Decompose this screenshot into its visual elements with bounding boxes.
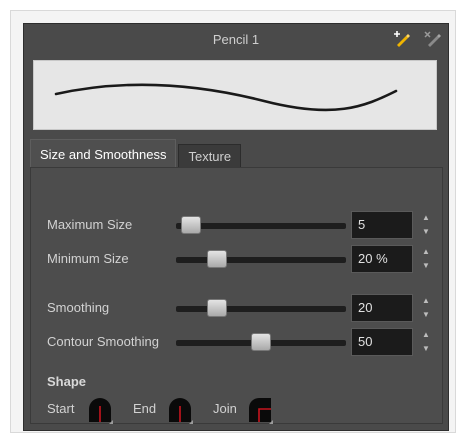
spin-down-icon[interactable]: ▼: [419, 259, 433, 273]
spin-down-icon[interactable]: ▼: [419, 225, 433, 239]
shape-section-title: Shape: [47, 374, 87, 389]
smoothing-row: Smoothing 20 ▲ ▼: [31, 294, 442, 322]
smoothing-label: Smoothing: [47, 300, 110, 315]
join-shape-round-icon[interactable]: [247, 396, 273, 424]
spin-down-icon[interactable]: ▼: [419, 342, 433, 356]
minimum-size-slider-thumb[interactable]: [207, 250, 227, 268]
tab-bar: Size and Smoothness Texture: [30, 139, 243, 168]
stroke-preview: [33, 60, 437, 130]
tab-texture[interactable]: Texture: [178, 144, 242, 168]
minimum-size-slider[interactable]: [176, 250, 346, 268]
spin-up-icon[interactable]: ▲: [419, 211, 433, 225]
smoothing-slider-thumb[interactable]: [207, 299, 227, 317]
end-label: End: [133, 401, 157, 416]
spin-down-icon[interactable]: ▼: [419, 308, 433, 322]
end-shape-round-icon[interactable]: [167, 396, 193, 424]
tab-size-and-smoothness[interactable]: Size and Smoothness: [30, 139, 177, 168]
minimum-size-spinner[interactable]: ▲ ▼: [419, 245, 433, 273]
panel-titlebar: Pencil 1: [24, 24, 448, 54]
pencil-properties-panel: Pencil 1 Size and Smoothness Texture Max: [23, 23, 449, 431]
smoothing-field[interactable]: 20: [351, 294, 413, 322]
smoothing-slider[interactable]: [176, 299, 346, 317]
contour-smoothing-slider[interactable]: [176, 333, 346, 351]
start-shape-round-icon[interactable]: [87, 396, 113, 424]
maximum-size-slider[interactable]: [176, 216, 346, 234]
maximum-size-spinner[interactable]: ▲ ▼: [419, 211, 433, 239]
spin-up-icon[interactable]: ▲: [419, 245, 433, 259]
spin-up-icon[interactable]: ▲: [419, 294, 433, 308]
size-and-smoothness-content: Maximum Size 5 ▲ ▼ Minimum Size 20 % ▲ ▼…: [30, 167, 443, 424]
maximum-size-slider-thumb[interactable]: [181, 216, 201, 234]
maximum-size-row: Maximum Size 5 ▲ ▼: [31, 211, 442, 239]
maximum-size-label: Maximum Size: [47, 217, 133, 232]
contour-smoothing-label: Contour Smoothing: [47, 334, 160, 349]
smoothing-spinner[interactable]: ▲ ▼: [419, 294, 433, 322]
start-label: Start: [47, 401, 75, 416]
contour-smoothing-field[interactable]: 50: [351, 328, 413, 356]
join-label: Join: [213, 401, 237, 416]
add-pencil-icon[interactable]: [394, 31, 412, 47]
minimum-size-field[interactable]: 20 %: [351, 245, 413, 273]
delete-pencil-icon[interactable]: [424, 31, 442, 47]
minimum-size-row: Minimum Size 20 % ▲ ▼: [31, 245, 442, 273]
maximum-size-field[interactable]: 5: [351, 211, 413, 239]
minimum-size-label: Minimum Size: [47, 251, 129, 266]
spin-up-icon[interactable]: ▲: [419, 328, 433, 342]
contour-smoothing-slider-thumb[interactable]: [251, 333, 271, 351]
panel-title: Pencil 1: [212, 31, 260, 47]
contour-smoothing-spinner[interactable]: ▲ ▼: [419, 328, 433, 356]
contour-smoothing-row: Contour Smoothing 50 ▲ ▼: [31, 328, 442, 356]
